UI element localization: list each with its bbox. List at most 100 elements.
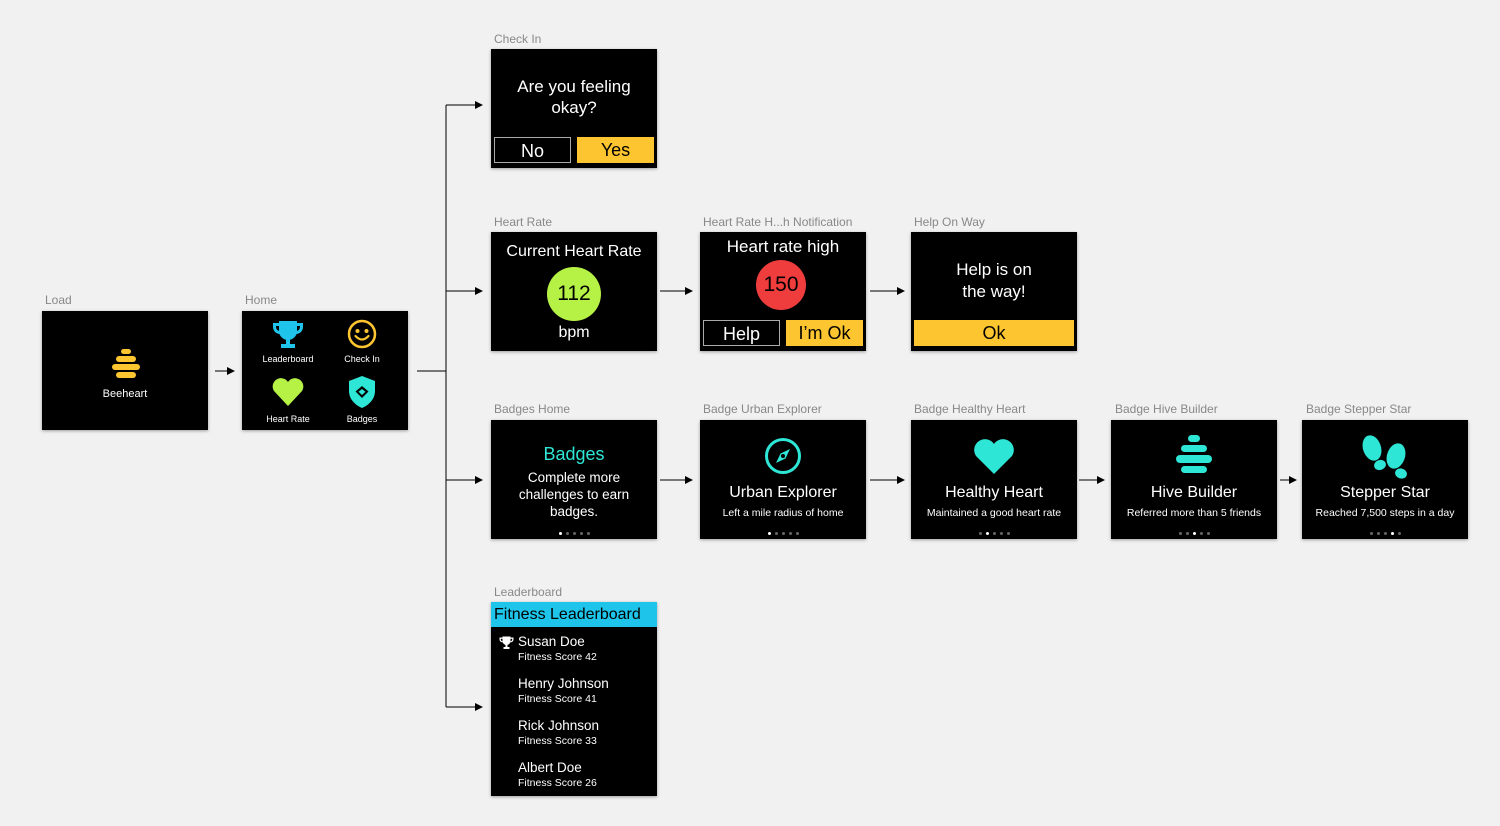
player-score: Fitness Score 26 — [518, 777, 597, 789]
home-item-label: Leaderboard — [262, 354, 314, 364]
notification-screen: Heart rate high 150 Help I’m Ok — [700, 232, 866, 351]
badge-title: Hive Builder — [1150, 484, 1238, 501]
page-dot — [1383, 532, 1387, 535]
check-in-question: Are you feeling okay? — [491, 76, 657, 118]
home-screen: Leaderboard Check In Heart Rate Badges — [242, 311, 408, 430]
player-name: Susan Doe — [518, 634, 585, 649]
badges-description-line: Complete more — [527, 470, 621, 485]
screen-label-home: Home — [245, 293, 278, 307]
home-item-badges[interactable]: Badges — [330, 375, 394, 427]
beehive-icon — [112, 349, 140, 378]
page-dot — [1206, 532, 1210, 535]
heart-rate-unit: bpm — [558, 324, 590, 341]
screen-label-stepper-star: Badge Stepper Star — [1306, 402, 1412, 416]
notification-value: 150 — [756, 260, 806, 310]
heart-rate-title: Current Heart Rate — [506, 243, 642, 260]
help-button[interactable]: Help — [703, 320, 780, 346]
player-score: Fitness Score 33 — [518, 735, 597, 747]
badges-description-line: challenges to earn — [518, 487, 630, 502]
leaderboard-row[interactable]: Rick Johnson Fitness Score 33 — [518, 718, 599, 747]
help-message-line: the way! — [962, 282, 1026, 301]
page-dot — [999, 532, 1003, 535]
notification-title: Heart rate high — [726, 237, 840, 256]
screen-label-notification: Heart Rate H...h Notification — [703, 215, 853, 229]
page-dots — [911, 532, 1077, 535]
help-message: Help is on the way! — [911, 259, 1077, 303]
leaderboard-row[interactable]: Henry Johnson Fitness Score 41 — [518, 676, 609, 705]
page-dot-active — [985, 532, 989, 535]
badge-description: Left a mile radius of home — [722, 507, 844, 519]
player-name: Albert Doe — [518, 760, 582, 775]
page-dot — [1006, 532, 1010, 535]
page-dots — [1111, 532, 1277, 535]
smiley-icon — [347, 319, 377, 349]
page-dot — [1376, 532, 1380, 535]
trophy-icon — [273, 321, 303, 348]
footprints-icon — [1362, 435, 1407, 479]
heart-rate-screen: Current Heart Rate 112 bpm — [491, 232, 657, 351]
badge-title: Urban Explorer — [729, 484, 837, 501]
home-item-label: Check In — [344, 354, 380, 364]
page-dot — [1369, 532, 1373, 535]
yes-button[interactable]: Yes — [577, 137, 654, 163]
page-dot — [1185, 532, 1189, 535]
beehive-icon — [1176, 435, 1212, 473]
home-item-leaderboard[interactable]: Leaderboard — [256, 317, 320, 369]
leaderboard-header: Fitness Leaderboard — [491, 602, 657, 627]
badge-healthy-heart-screen: Healthy Heart Maintained a good heart ra… — [911, 420, 1077, 539]
page-dots — [1302, 532, 1468, 535]
badges-home-screen: Badges Complete more challenges to earn … — [491, 420, 657, 539]
page-dots — [491, 532, 657, 535]
load-screen: Beeheart — [42, 311, 208, 430]
home-item-check-in[interactable]: Check In — [330, 317, 394, 369]
im-ok-button[interactable]: I’m Ok — [786, 320, 863, 346]
home-item-heart-rate[interactable]: Heart Rate — [256, 375, 320, 427]
heart-icon — [974, 439, 1014, 474]
page-dot — [992, 532, 996, 535]
badge-title: Stepper Star — [1340, 484, 1430, 501]
trophy-icon — [499, 636, 514, 649]
player-name: Henry Johnson — [518, 676, 609, 691]
help-on-way-screen: Help is on the way! Ok — [911, 232, 1077, 351]
page-dot-active — [558, 532, 562, 535]
badge-urban-explorer-screen: Urban Explorer Left a mile radius of hom… — [700, 420, 866, 539]
badges-description: Complete more challenges to earn badges. — [491, 469, 657, 520]
screen-label-healthy-heart: Badge Healthy Heart — [914, 402, 1026, 416]
compass-icon — [765, 438, 801, 474]
badge-description: Maintained a good heart rate — [926, 507, 1062, 519]
home-item-label: Badges — [346, 414, 378, 424]
page-dot — [795, 532, 799, 535]
screen-label-urban-explorer: Badge Urban Explorer — [703, 402, 822, 416]
badge-hive-builder-screen: Hive Builder Referred more than 5 friend… — [1111, 420, 1277, 539]
screen-label-check-in: Check In — [494, 32, 542, 46]
ok-button[interactable]: Ok — [914, 320, 1074, 346]
page-dots — [700, 532, 866, 535]
badges-title: Badges — [543, 444, 605, 464]
badge-title: Healthy Heart — [945, 484, 1043, 501]
page-dot — [586, 532, 590, 535]
check-in-screen: Are you feeling okay? No Yes — [491, 49, 657, 168]
page-dot-active — [767, 532, 771, 535]
leaderboard-screen: Fitness Leaderboard Susan Doe Fitness Sc… — [491, 602, 657, 796]
help-message-line: Help is on — [956, 260, 1032, 279]
page-dot-active — [1390, 532, 1394, 535]
screen-label-leaderboard: Leaderboard — [494, 585, 563, 599]
page-dot — [774, 532, 778, 535]
heart-icon — [272, 378, 304, 406]
page-dot — [565, 532, 569, 535]
shield-icon — [349, 376, 375, 408]
player-name: Rick Johnson — [518, 718, 600, 733]
page-dot — [1178, 532, 1182, 535]
question-line: okay? — [551, 98, 597, 117]
no-button[interactable]: No — [494, 137, 571, 163]
screen-label-badges-home: Badges Home — [494, 402, 571, 416]
page-dot — [1397, 532, 1401, 535]
question-line: Are you feeling — [517, 77, 631, 96]
player-score: Fitness Score 41 — [518, 693, 597, 705]
leaderboard-row[interactable]: Albert Doe Fitness Score 26 — [518, 760, 597, 789]
leaderboard-row[interactable]: Susan Doe Fitness Score 42 — [518, 634, 597, 663]
heart-rate-value: 112 — [547, 267, 601, 321]
badge-description: Referred more than 5 friends — [1126, 507, 1262, 519]
screen-label-hive-builder: Badge Hive Builder — [1115, 402, 1218, 416]
page-dot — [579, 532, 583, 535]
